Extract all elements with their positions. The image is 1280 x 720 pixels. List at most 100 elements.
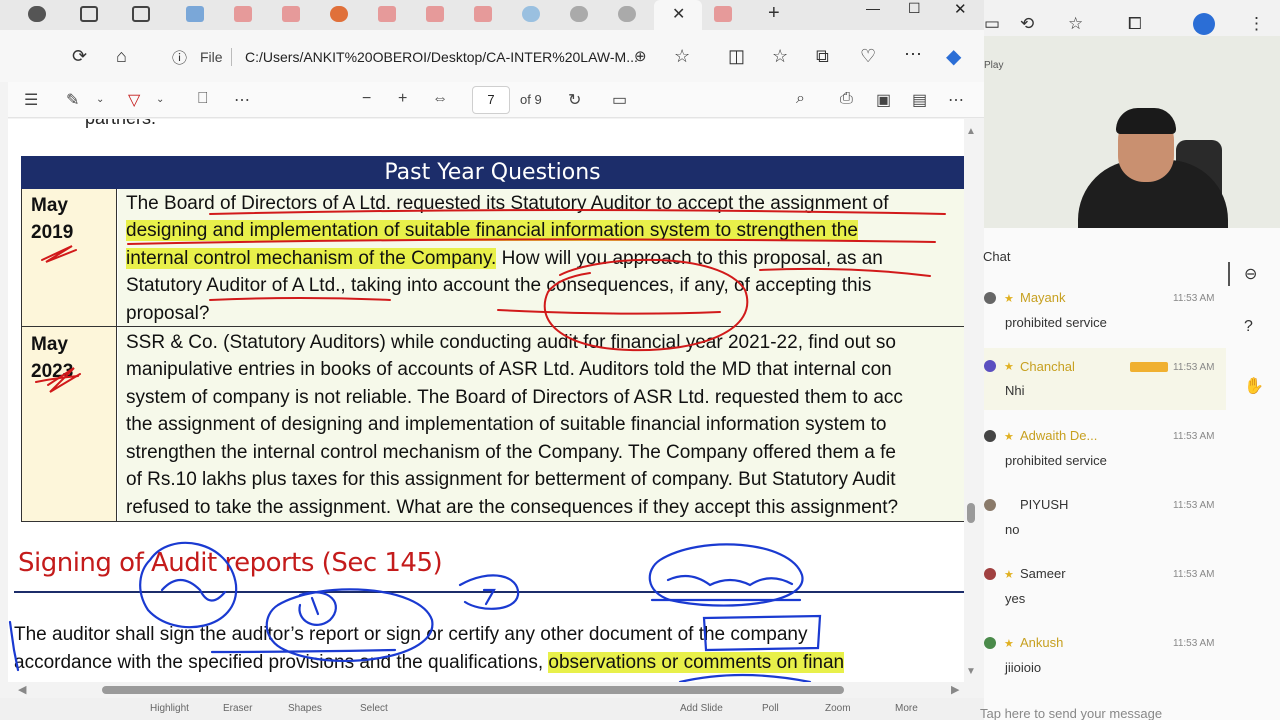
q1-line: designing and implementation of suitable…: [126, 217, 858, 245]
scroll-thumb[interactable]: [967, 503, 975, 523]
highlight: internal control mechanism of the Compan…: [126, 248, 497, 269]
zoom-out-icon[interactable]: −: [362, 90, 371, 108]
tab-pdf-icon[interactable]: [234, 6, 252, 22]
more-button[interactable]: More: [895, 703, 918, 714]
tab-favicon-icon[interactable]: [618, 6, 636, 22]
chat-icon[interactable]: ⊖: [1244, 264, 1257, 284]
tab-favicon-icon[interactable]: [522, 6, 540, 22]
q1-line: internal control mechanism of the Compan…: [126, 245, 962, 273]
zoom-button[interactable]: Zoom: [825, 703, 851, 714]
q2-year: 2023: [31, 361, 74, 382]
extensions-icon[interactable]: ⧠: [1128, 14, 1142, 34]
minimize-button[interactable]: —: [866, 0, 880, 16]
select-tool[interactable]: Select: [360, 703, 388, 714]
save-as-icon[interactable]: ▤: [912, 90, 927, 110]
scroll-left-icon[interactable]: ◀: [18, 683, 26, 696]
favorites-icon[interactable]: ☆: [772, 46, 788, 67]
q1-line: proposal?: [126, 303, 210, 324]
star-icon: ★: [1004, 431, 1014, 443]
tab-favicon-icon[interactable]: [570, 6, 588, 22]
add-slide-button[interactable]: Add Slide: [680, 703, 723, 714]
text-icon[interactable]: ⎕: [198, 90, 208, 108]
section-title: Signing of Audit reports (Sec 145): [18, 548, 443, 578]
star-icon: ★: [1004, 293, 1014, 305]
chat-author: Mayank: [1020, 290, 1066, 305]
save-icon[interactable]: ▣: [876, 90, 891, 110]
chat-input[interactable]: Tap here to send your message: [980, 706, 1162, 720]
monitor-icon[interactable]: ▭: [984, 14, 1000, 34]
question-icon[interactable]: ?: [1244, 318, 1253, 336]
q1-year-month: May: [31, 195, 68, 216]
split-screen-icon[interactable]: ◫: [728, 46, 745, 67]
draw-icon[interactable]: ▽: [128, 90, 140, 110]
zoom-icon[interactable]: ⊕: [634, 47, 647, 65]
poll-button[interactable]: Poll: [762, 703, 779, 714]
zoom-in-icon[interactable]: +: [398, 90, 407, 108]
chevron-down-icon[interactable]: ⌄: [96, 94, 104, 105]
tab-pdf-icon[interactable]: [282, 6, 300, 22]
body-line: accordance with the specified provisions…: [14, 652, 845, 674]
highlight-icon[interactable]: ✎: [66, 90, 79, 110]
pdf-more-icon[interactable]: ⋯: [948, 90, 964, 110]
sync-icon[interactable]: ⟲: [1020, 14, 1034, 34]
url-input[interactable]: C:/Users/ANKIT%20OBEROI/Desktop/CA-INTER…: [245, 49, 638, 65]
tab-favicon-icon[interactable]: [186, 6, 204, 22]
tab-pdf-icon[interactable]: [378, 6, 396, 22]
profile-icon[interactable]: [28, 6, 46, 22]
star-icon[interactable]: ☆: [1068, 14, 1083, 34]
q2-line: of Rs.10 lakhs plus taxes for this assig…: [126, 469, 896, 490]
reload-icon[interactable]: ⟳: [72, 46, 87, 67]
home-icon[interactable]: ⌂: [116, 46, 127, 67]
horizontal-scroll-thumb[interactable]: [102, 686, 844, 694]
tab-pdf-icon[interactable]: [474, 6, 492, 22]
chevron-down-icon[interactable]: ⌄: [156, 94, 164, 105]
workspaces-icon[interactable]: [80, 6, 98, 22]
chat-message: ★ Sameer 11:53 AM yes: [984, 562, 1226, 628]
vertical-scrollbar[interactable]: [964, 119, 982, 689]
presenter-hair: [1116, 108, 1176, 134]
scroll-up-icon[interactable]: ▲: [966, 126, 976, 137]
chat-time: 11:53 AM: [1173, 638, 1215, 649]
highlight-tool[interactable]: Highlight: [150, 703, 189, 714]
copilot-icon[interactable]: ◆: [946, 44, 961, 69]
chat-time: 11:53 AM: [1173, 500, 1215, 511]
divider: [231, 48, 232, 66]
rotate-icon[interactable]: ↻: [568, 90, 581, 110]
scroll-down-icon[interactable]: ▼: [966, 666, 976, 677]
tab-pdf-icon[interactable]: [714, 6, 732, 22]
video-label: Play: [984, 60, 1004, 71]
close-window-button[interactable]: ✕: [954, 0, 967, 18]
favorite-star-icon[interactable]: ☆: [674, 46, 690, 67]
more-options-icon[interactable]: ⋯: [904, 44, 922, 65]
chat-time: 11:53 AM: [1173, 569, 1215, 580]
close-tab-icon[interactable]: ✕: [672, 4, 685, 24]
profile-avatar[interactable]: [1193, 13, 1215, 35]
shapes-tool[interactable]: Shapes: [288, 703, 322, 714]
tab-favicon-icon[interactable]: [330, 6, 348, 22]
chat-scrollbar[interactable]: [1228, 262, 1230, 286]
tab-actions-icon[interactable]: [132, 6, 150, 22]
new-tab-button[interactable]: +: [768, 2, 780, 25]
print-icon[interactable]: ⎙: [840, 90, 853, 108]
raise-hand-icon[interactable]: ✋: [1244, 376, 1264, 396]
browser-essentials-icon[interactable]: ♡: [860, 46, 876, 67]
q2-line: system of company is not reliable. The B…: [126, 387, 903, 408]
page-number-input[interactable]: 7: [472, 86, 510, 114]
maximize-button[interactable]: ☐: [908, 0, 921, 17]
section-rule: [14, 591, 964, 593]
q1-line: Statutory Auditor of A Ltd., taking into…: [126, 275, 872, 296]
page-view-icon[interactable]: ▭: [612, 90, 627, 110]
pyq-header: Past Year Questions: [21, 156, 964, 189]
more-tools-icon[interactable]: ⋯: [234, 90, 250, 110]
q2-line: SSR & Co. (Statutory Auditors) while con…: [126, 332, 896, 353]
tab-pdf-icon[interactable]: [426, 6, 444, 22]
kebab-menu-icon[interactable]: ⋮: [1248, 14, 1265, 34]
collections-icon[interactable]: ⧉: [816, 46, 829, 67]
eraser-tool[interactable]: Eraser: [223, 703, 252, 714]
info-icon[interactable]: ⓘ: [172, 47, 187, 68]
search-icon[interactable]: ⌕: [796, 90, 805, 108]
scroll-right-icon[interactable]: ▶: [951, 683, 959, 696]
page-total: of 9: [520, 92, 542, 107]
fit-width-icon[interactable]: ⇔: [432, 90, 448, 108]
contents-icon[interactable]: ☰: [24, 90, 38, 110]
